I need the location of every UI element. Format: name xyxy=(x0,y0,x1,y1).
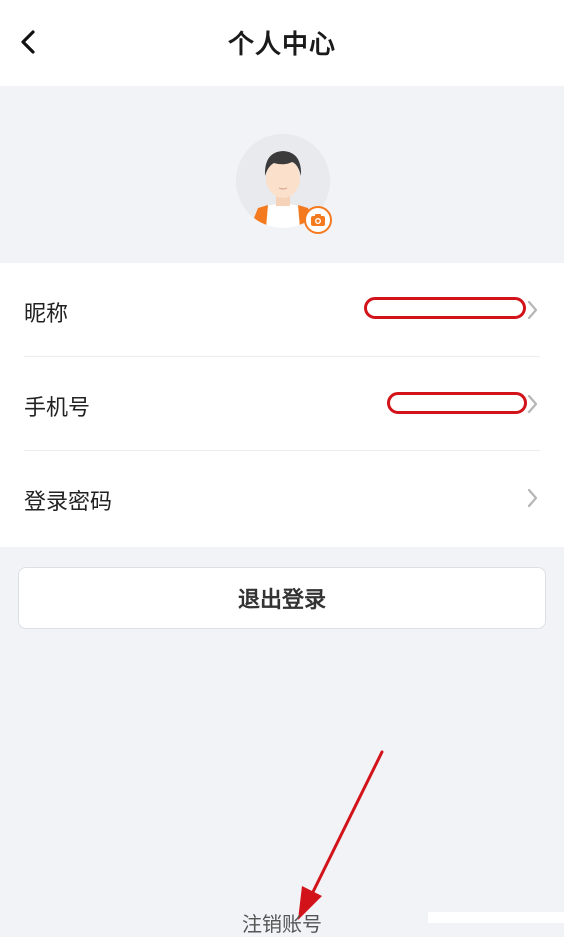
page-title: 个人中心 xyxy=(227,30,336,60)
redaction-mark xyxy=(387,392,527,414)
redaction-mark xyxy=(364,297,526,319)
camera-icon xyxy=(311,214,325,226)
change-avatar-button[interactable] xyxy=(304,206,332,234)
nickname-label: 昵称 xyxy=(24,302,69,327)
avatar-section xyxy=(236,134,332,234)
row-phone[interactable]: 手机号 xyxy=(0,357,564,451)
annotation-arrow xyxy=(298,750,384,920)
phone-label: 手机号 xyxy=(24,396,91,421)
row-login-password[interactable]: 登录密码 xyxy=(0,451,564,545)
watermark xyxy=(428,912,564,923)
login-password-label: 登录密码 xyxy=(24,490,113,515)
account-info-list: 昵称 手机号 登录密码 xyxy=(0,263,564,547)
logout-button[interactable]: 退出登录 xyxy=(18,567,546,629)
chevron-right-icon xyxy=(527,488,538,508)
chevron-right-icon xyxy=(527,394,538,414)
nav-bar: 个人中心 xyxy=(0,0,564,86)
row-nickname[interactable]: 昵称 xyxy=(0,263,564,357)
chevron-right-icon xyxy=(527,300,538,320)
